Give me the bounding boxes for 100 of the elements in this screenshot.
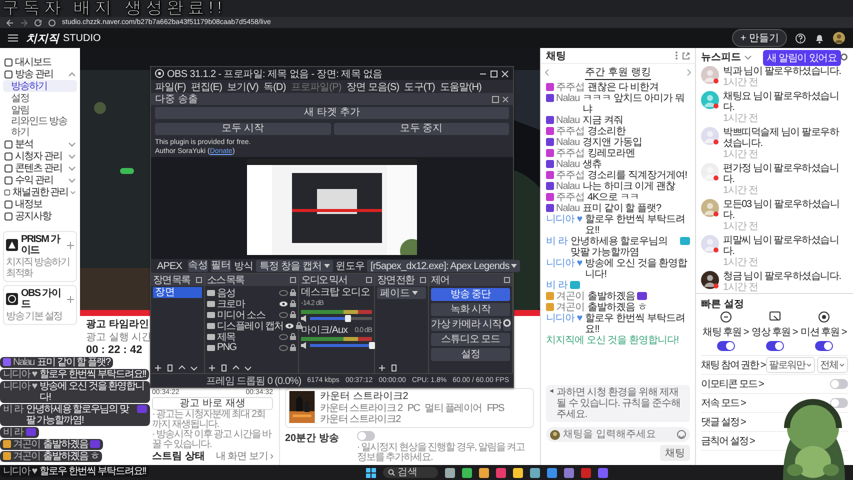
chevron-down-icon[interactable] — [68, 154, 76, 158]
chat-username[interactable]: 니디아 ♥ — [546, 214, 582, 225]
plus-icon[interactable] — [67, 296, 74, 302]
play-ad-button[interactable]: 광고 바로 재생 — [152, 397, 273, 410]
chevron-down-icon[interactable] — [744, 54, 752, 60]
toggle-switch[interactable] — [716, 341, 734, 351]
chat-username[interactable]: Nalau — [556, 115, 580, 126]
eye-off-icon[interactable] — [279, 344, 288, 350]
eye-off-icon[interactable] — [279, 312, 288, 318]
add-icon[interactable] — [154, 364, 162, 372]
create-button[interactable]: + 만들기 — [732, 29, 787, 47]
lock-icon[interactable] — [296, 322, 302, 329]
chat-username[interactable]: 니디아 ♥ — [546, 313, 582, 324]
chat-username[interactable]: 겨곤이 — [556, 302, 584, 313]
emoji-icon[interactable] — [677, 430, 686, 439]
source-item[interactable]: PNG — [217, 342, 277, 353]
chat-username[interactable]: 주주섭 — [556, 82, 584, 93]
control-button[interactable]: 스튜디오 모드 — [431, 333, 510, 346]
chat-username[interactable]: 니디아 ♥ — [546, 258, 582, 269]
sidebar-item[interactable]: 공지사항 — [15, 210, 76, 222]
down-icon[interactable] — [244, 364, 252, 372]
sidebar-item[interactable]: 수익 관리 — [15, 174, 66, 186]
sidebar-item[interactable]: 채널권한 관리 — [12, 186, 68, 198]
guide-title[interactable]: PRISM 가이드 — [21, 234, 64, 256]
setting-link[interactable]: 채팅 후원 > — [702, 325, 748, 339]
lock-icon[interactable] — [290, 344, 296, 351]
chat-username[interactable]: 주주섭 — [556, 170, 584, 181]
source-item[interactable]: 디스플레이 캡처 — [217, 318, 284, 332]
toggle-switch[interactable] — [830, 379, 848, 389]
sidebar-item[interactable]: 콘텐츠 관리 — [15, 162, 66, 174]
popout-icon[interactable] — [682, 52, 690, 60]
volume-thumb[interactable] — [369, 342, 375, 349]
sidebar-subitem[interactable]: 설정 — [3, 92, 77, 104]
chat-input[interactable]: 채팅을 입력해주세요 — [546, 427, 690, 442]
sidebar-subitem[interactable]: 방송하기 — [3, 80, 77, 92]
chevron-down-icon[interactable] — [68, 142, 76, 146]
trash-icon[interactable] — [220, 364, 228, 372]
chat-username[interactable]: Nalau — [556, 203, 580, 214]
source-item[interactable]: 제목 — [217, 330, 277, 344]
avatar[interactable] — [833, 32, 845, 44]
eye-off-icon[interactable] — [279, 334, 288, 340]
volume-thumb[interactable] — [345, 315, 352, 322]
setting-link[interactable]: 영상 후원 > — [752, 325, 798, 339]
ranking-tab[interactable]: 주간 후원 랭킹 — [585, 64, 651, 80]
setting-link[interactable]: 미션 후원 > — [800, 325, 846, 339]
dropdown[interactable]: 팔로워만 — [766, 357, 815, 373]
menu-icon[interactable] — [8, 34, 18, 42]
sidebar-subitem[interactable]: 리와인드 방송 하기 — [3, 116, 77, 138]
bell-icon[interactable] — [814, 32, 825, 44]
dropdown[interactable]: 전체 — [817, 357, 848, 373]
sidebar-item[interactable]: 대시보드 — [15, 56, 76, 68]
up-icon[interactable] — [178, 364, 186, 372]
chat-username[interactable]: Nalau — [556, 93, 580, 104]
volume-fill[interactable] — [310, 344, 372, 347]
setting-link[interactable]: 이모티콘 모드 > — [701, 377, 764, 391]
eye-icon[interactable] — [285, 322, 294, 328]
chat-username[interactable]: 겨곤이 — [556, 291, 584, 302]
sidebar-item[interactable]: 분석 — [15, 138, 66, 150]
windows-icon[interactable] — [366, 468, 376, 478]
setting-link[interactable]: 금칙어 설정 > — [701, 434, 754, 448]
site-info-icon[interactable] — [48, 18, 56, 26]
send-button[interactable]: 채팅 — [660, 445, 690, 461]
sidebar-item[interactable]: 방송 관리 — [15, 68, 66, 80]
help-icon[interactable] — [795, 32, 806, 44]
lock-icon[interactable] — [290, 333, 296, 340]
chevron-down-icon[interactable] — [68, 178, 76, 182]
chevron-down-icon[interactable] — [70, 190, 76, 194]
back-icon[interactable] — [6, 18, 14, 26]
chat-username[interactable]: Nalau — [556, 159, 580, 170]
setting-link[interactable]: 저속 모드 > — [701, 396, 746, 410]
setting-link[interactable]: 댓글 설정 > — [701, 415, 746, 429]
toggle-switch[interactable] — [830, 398, 848, 408]
guide-title[interactable]: OBS 가이드 — [21, 288, 64, 310]
chat-username[interactable]: 주주섭 — [556, 192, 584, 203]
add-icon[interactable] — [378, 364, 386, 372]
search-field[interactable]: 검색 — [382, 467, 438, 478]
chevron-down-icon[interactable] — [68, 166, 76, 170]
toggle-switch[interactable] — [356, 431, 375, 441]
reload-icon[interactable] — [34, 18, 42, 26]
add-icon[interactable] — [208, 364, 216, 372]
settings-button[interactable] — [503, 318, 512, 331]
toggle-switch[interactable] — [814, 341, 832, 351]
sidebar-item[interactable]: 시청자 관리 — [15, 150, 66, 162]
source-item[interactable]: 미디어 소스 — [217, 308, 277, 322]
sidebar-item[interactable]: 내정보 — [15, 198, 76, 210]
toggle-switch[interactable] — [766, 341, 784, 351]
control-button[interactable]: 설정 — [431, 348, 510, 361]
chevron-up-icon[interactable] — [68, 72, 76, 76]
chat-username[interactable]: Nalau — [556, 137, 580, 148]
plus-icon[interactable] — [67, 242, 74, 248]
lock-icon[interactable] — [290, 311, 296, 318]
up-icon[interactable] — [232, 364, 240, 372]
control-button[interactable]: 가상 카메라 시작 — [431, 318, 502, 331]
forward-icon[interactable] — [20, 18, 28, 26]
setting-link[interactable]: 채팅 참여 권한 > — [701, 358, 766, 372]
more-icon[interactable] — [675, 51, 678, 60]
sidebar-subitem[interactable]: 알림 — [3, 104, 77, 116]
trash-icon[interactable] — [390, 364, 398, 372]
down-icon[interactable] — [190, 364, 198, 372]
chat-username[interactable]: Nalau — [556, 181, 580, 192]
